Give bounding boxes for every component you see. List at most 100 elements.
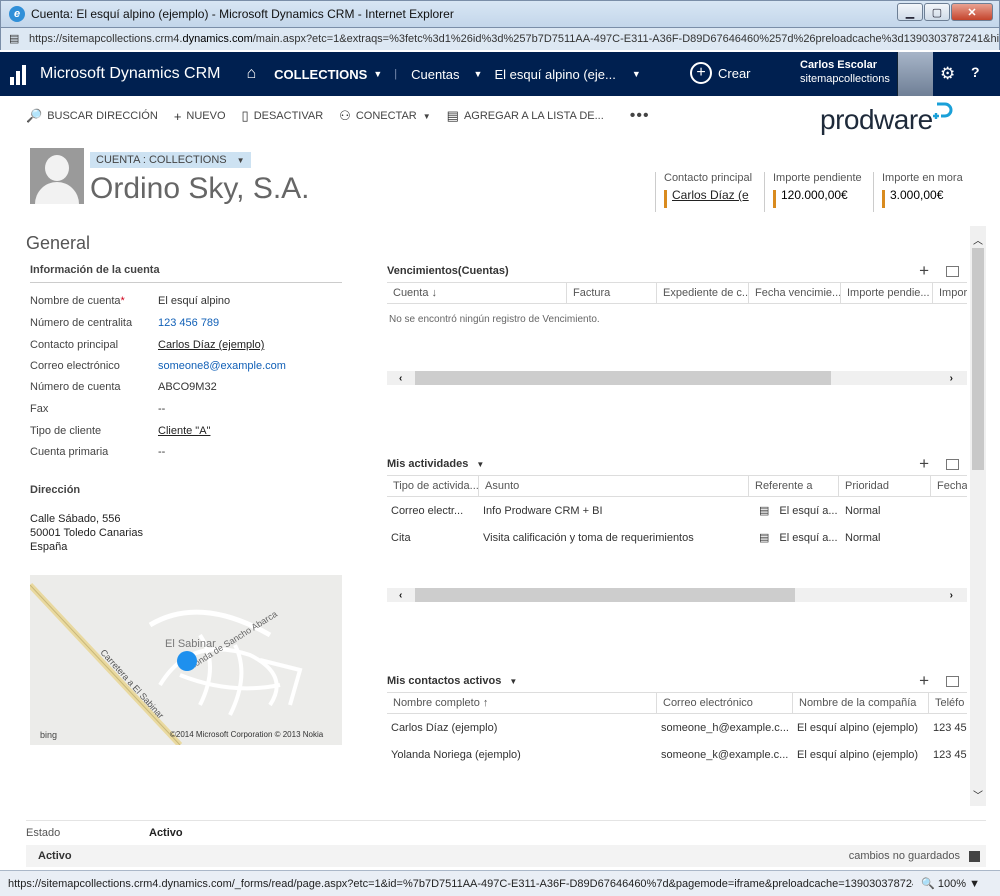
nav-record[interactable]: El esquí alpino (eje... ▼ bbox=[494, 67, 640, 82]
brand-name[interactable]: Microsoft Dynamics CRM bbox=[40, 65, 220, 83]
column-header[interactable]: Importe pendie... bbox=[841, 283, 933, 303]
zoom-level[interactable]: 🔍 100% ▼ bbox=[913, 877, 980, 890]
map-location-marker[interactable] bbox=[177, 651, 197, 671]
column-header[interactable]: Nombre completo ↑ bbox=[387, 693, 657, 713]
buscar-direccion-button[interactable]: 🔎 BUSCAR DIRECCIÓN bbox=[26, 108, 158, 124]
subgrid-columns: Tipo de activida... Asunto Referente a P… bbox=[387, 475, 967, 497]
save-icon[interactable] bbox=[969, 850, 980, 862]
scroll-left-icon[interactable]: ‹ bbox=[399, 590, 402, 601]
column-header[interactable]: Fecha vencimie... bbox=[749, 283, 841, 303]
column-header[interactable]: Prioridad bbox=[839, 476, 931, 496]
address-text[interactable]: Calle Sábado, 556 50001 Toledo Canarias … bbox=[30, 512, 143, 554]
column-header[interactable]: Asunto bbox=[479, 476, 749, 496]
map-search-icon: 🔎 bbox=[26, 108, 43, 123]
conectar-button[interactable]: ⚇ CONECTAR ▼ bbox=[339, 108, 431, 124]
scroll-down-icon[interactable]: ﹀ bbox=[973, 787, 983, 802]
ie-icon: e bbox=[9, 6, 25, 22]
window-title-bar: e Cuenta: El esquí alpino (ejemplo) - Mi… bbox=[0, 0, 1000, 28]
list-add-icon: ▤ bbox=[446, 108, 459, 123]
connect-icon: ⚇ bbox=[339, 108, 351, 123]
create-button[interactable]: + Crear bbox=[690, 62, 751, 84]
field-correo: Correo electrónico someone8@example.com bbox=[30, 360, 286, 372]
scroll-up-icon[interactable]: ︿ bbox=[973, 232, 983, 247]
field-nombre-cuenta: Nombre de cuenta* El esquí alpino bbox=[30, 295, 231, 307]
form-selector[interactable]: CUENTA : COLLECTIONS ▼ bbox=[90, 152, 251, 168]
minimize-icon[interactable]: ▁ bbox=[897, 3, 923, 21]
column-header[interactable]: Nombre de la compañía bbox=[793, 693, 929, 713]
horizontal-scrollbar[interactable]: ‹ › bbox=[387, 371, 967, 385]
nav-entity-cuentas[interactable]: Cuentas ▼ bbox=[411, 67, 482, 82]
chevron-down-icon: ▼ bbox=[476, 459, 485, 469]
subgrid-title[interactable]: Mis contactos activos ▼ + bbox=[387, 670, 967, 692]
subgrid-title[interactable]: Mis actividades ▼ + bbox=[387, 453, 967, 475]
scroll-left-icon[interactable]: ‹ bbox=[399, 373, 402, 384]
chevron-down-icon[interactable]: ▼ bbox=[423, 112, 431, 121]
nav-area-collections[interactable]: COLLECTIONS ▼ bbox=[274, 67, 382, 82]
column-header[interactable]: Expediente de c... bbox=[657, 283, 749, 303]
home-icon[interactable]: ⌂ bbox=[246, 65, 256, 83]
vertical-scrollbar[interactable]: ︿ ﹀ bbox=[970, 226, 986, 806]
table-row[interactable]: Correo electr... Info Prodware CRM + BI … bbox=[387, 497, 967, 524]
empty-message: No se encontró ningún registro de Vencim… bbox=[389, 314, 600, 325]
column-header[interactable]: Teléfo bbox=[929, 693, 967, 713]
avatar[interactable] bbox=[897, 52, 933, 96]
grid-view-icon[interactable] bbox=[946, 675, 959, 687]
column-header[interactable]: Cuenta ↓ bbox=[387, 283, 567, 303]
table-row[interactable]: Carlos Díaz (ejemplo) someone_h@example.… bbox=[387, 714, 967, 741]
column-header[interactable]: Fecha bbox=[931, 476, 967, 496]
prodware-logo: prodware bbox=[820, 102, 953, 136]
nuevo-button[interactable]: + NUEVO bbox=[174, 109, 226, 124]
section-info-cuenta: Información de la cuenta bbox=[30, 264, 342, 283]
record-name: Ordino Sky, S.A. bbox=[90, 172, 310, 205]
document-icon: ▤ bbox=[759, 532, 770, 544]
scroll-right-icon[interactable]: › bbox=[950, 590, 953, 601]
grid-view-icon[interactable] bbox=[946, 265, 959, 277]
bing-map[interactable]: Ronda de Sancho Abarca Carretera a El Sa… bbox=[30, 575, 342, 745]
status-badge: Activo bbox=[38, 850, 72, 862]
add-icon: + bbox=[690, 62, 712, 84]
scroll-right-icon[interactable]: › bbox=[950, 373, 953, 384]
field-numero-cuenta: Número de cuenta ABCO9M32 bbox=[30, 381, 217, 393]
field-cuenta-primaria: Cuenta primaria -- bbox=[30, 446, 166, 458]
window-controls: ▁ ▢ ✕ bbox=[896, 3, 993, 21]
deactivate-icon: ▯ bbox=[241, 108, 249, 123]
chevron-down-icon: ▼ bbox=[473, 69, 483, 79]
gear-icon[interactable]: ⚙ bbox=[940, 64, 955, 84]
column-header[interactable]: Impor bbox=[933, 283, 967, 303]
add-record-icon[interactable]: + bbox=[919, 261, 929, 281]
desactivar-button[interactable]: ▯ DESACTIVAR bbox=[242, 108, 324, 124]
kpi-contacto-link[interactable]: Carlos Díaz (e bbox=[666, 188, 759, 202]
address-bar[interactable]: ▤ https://sitemapcollections.crm4.dynami… bbox=[0, 28, 1000, 50]
more-commands-button[interactable]: ••• bbox=[630, 107, 650, 125]
horizontal-scrollbar[interactable]: ‹ › bbox=[387, 588, 967, 602]
chevron-down-icon: ▼ bbox=[236, 155, 245, 165]
tab-general-title[interactable]: General bbox=[26, 233, 90, 254]
chevron-down-icon: ▼ bbox=[631, 69, 641, 79]
address-url[interactable]: https://sitemapcollections.crm4.dynamics… bbox=[29, 33, 999, 45]
close-icon[interactable]: ✕ bbox=[951, 3, 993, 21]
section-direccion: Dirección bbox=[30, 484, 81, 496]
add-record-icon[interactable]: + bbox=[919, 454, 929, 474]
maximize-icon[interactable]: ▢ bbox=[924, 3, 950, 21]
column-header[interactable]: Referente a bbox=[749, 476, 839, 496]
field-centralita: Número de centralita 123 456 789 bbox=[30, 317, 220, 329]
table-row[interactable]: Yolanda Noriega (ejemplo) someone_k@exam… bbox=[387, 741, 967, 768]
table-row[interactable]: Cita Visita calificación y toma de reque… bbox=[387, 524, 967, 551]
add-record-icon[interactable]: + bbox=[919, 671, 929, 691]
grid-view-icon[interactable] bbox=[946, 458, 959, 470]
document-icon: ▤ bbox=[759, 505, 770, 517]
map-copyright: ©2014 Microsoft Corporation © 2013 Nokia bbox=[170, 730, 324, 739]
help-icon[interactable]: ? bbox=[971, 64, 980, 80]
column-header[interactable]: Correo electrónico bbox=[657, 693, 793, 713]
map-road-label-2: Carretera a El Sabinar bbox=[98, 647, 165, 720]
prodware-logo-icon bbox=[933, 102, 953, 119]
subgrid-vencimientos: Vencimientos(Cuentas) + Cuenta ↓ Factura … bbox=[387, 260, 967, 390]
user-info[interactable]: Carlos Escolar sitemapcollections bbox=[800, 58, 890, 86]
column-header[interactable]: Tipo de activida... bbox=[387, 476, 479, 496]
record-header: CUENTA : COLLECTIONS ▼ Ordino Sky, S.A. C… bbox=[0, 136, 1000, 228]
unsaved-changes: cambios no guardados bbox=[848, 850, 960, 862]
kpi-importe-mora: Importe en mora 3.000,00€ bbox=[873, 172, 969, 212]
agregar-lista-button[interactable]: ▤ AGREGAR A LA LISTA DE... bbox=[447, 108, 604, 124]
record-image-icon[interactable] bbox=[30, 148, 84, 204]
column-header[interactable]: Factura bbox=[567, 283, 657, 303]
